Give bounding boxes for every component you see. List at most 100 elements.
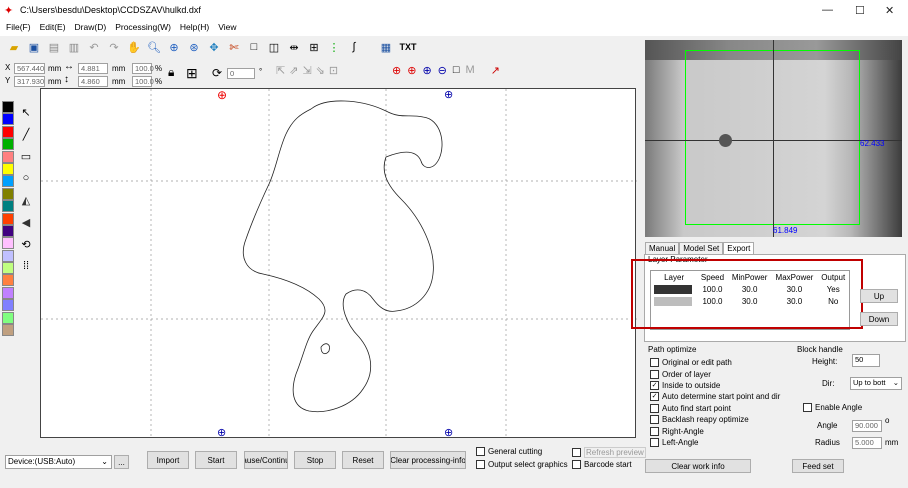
refresh-preview-checkbox[interactable]: Refresh preview (572, 447, 646, 458)
radius-field[interactable]: 5.000 (852, 437, 882, 449)
color-swatch[interactable] (2, 125, 14, 138)
enable-angle-checkbox[interactable]: Enable Angle (803, 403, 862, 412)
lock-icon[interactable]: 🔒︎ (168, 65, 174, 80)
general-cutting-checkbox[interactable]: General cutting (476, 447, 542, 456)
path-optimize-option[interactable]: Left-Angle (650, 437, 780, 448)
add-point-icon[interactable]: ⊕ (422, 64, 431, 77)
minimize-button[interactable]: — (822, 4, 833, 16)
menu-file[interactable]: File(F) (6, 22, 31, 36)
m-icon[interactable]: M (466, 64, 475, 77)
camera-view-icon[interactable]: ▦ (377, 38, 395, 56)
rotate-icon[interactable]: ⟳ (212, 66, 222, 80)
redo-icon[interactable]: ↷ (105, 38, 123, 56)
color-swatch[interactable] (2, 286, 14, 299)
color-swatch[interactable] (2, 162, 14, 175)
laser-pointer-icon[interactable]: ↗ (491, 64, 500, 77)
grid-align-icon[interactable]: ⊞ (186, 65, 198, 82)
maximize-button[interactable]: ☐ (855, 4, 865, 17)
align-top-right-icon[interactable]: ⇗ (289, 64, 298, 77)
feed-set-button[interactable]: Feed set (792, 459, 844, 473)
path-optimize-option[interactable]: Backlash reapy optimize (650, 414, 780, 425)
pan-hand-icon[interactable]: ✋ (125, 38, 143, 56)
barcode-start-checkbox[interactable]: Barcode start (572, 460, 632, 469)
reset-button[interactable]: Reset (342, 451, 384, 469)
x-position-field[interactable]: 567.440 (14, 63, 45, 74)
clear-work-info-button[interactable]: Clear work info (645, 459, 751, 473)
dot-grid-icon[interactable]: ⁞⁞ (18, 255, 34, 277)
output-select-graphics-checkbox[interactable]: Output select graphics (476, 460, 568, 469)
save-icon[interactable]: ▣ (25, 38, 43, 56)
stop-button[interactable]: Stop (294, 451, 336, 469)
align-bottom-left-icon[interactable]: ⇲ (302, 64, 311, 77)
line-tool-icon[interactable]: ╱ (18, 123, 34, 145)
y-position-field[interactable]: 317.930 (14, 76, 45, 87)
remove-point-icon[interactable]: ⊖ (438, 64, 447, 77)
color-swatch[interactable] (2, 101, 14, 113)
tab-manual[interactable]: Manual (645, 242, 680, 254)
menu-edit[interactable]: Edit(E) (40, 22, 66, 36)
start-button[interactable]: Start (195, 451, 237, 469)
path-optimize-option[interactable]: ✓ Inside to outside (650, 380, 780, 391)
square-icon[interactable]: □ (453, 64, 460, 77)
zoom-fit-icon[interactable]: ⊛ (185, 38, 203, 56)
menu-view[interactable]: View (218, 22, 236, 36)
path-optimize-option[interactable]: Order of layer (650, 368, 780, 379)
set-auto-point-icon[interactable]: ⊕ (407, 64, 416, 77)
color-swatch[interactable] (2, 249, 14, 262)
zoom-in-icon[interactable]: ⊕ (165, 38, 183, 56)
import-icon[interactable]: ▤ (45, 38, 63, 56)
color-swatch[interactable] (2, 175, 14, 188)
ellipse-tool-icon[interactable]: ○ (18, 167, 34, 189)
pause-continue-button[interactable]: ause/Continu (244, 451, 288, 469)
path-optimize-option[interactable]: Right-Angle (650, 425, 780, 436)
menu-help[interactable]: Help(H) (180, 22, 209, 36)
path-optimize-option[interactable]: ✓ Auto determine start point and dir (650, 391, 780, 402)
tab-model-set[interactable]: Model Set (679, 242, 724, 254)
color-swatch[interactable] (2, 113, 14, 126)
scale-x-field[interactable]: 100.0 (132, 63, 154, 74)
mirror-h-icon[interactable]: ◭ (18, 189, 34, 211)
block-height-field[interactable]: 50 (852, 354, 880, 367)
layer-down-button[interactable]: Down (860, 312, 898, 326)
layer-up-button[interactable]: Up (860, 289, 898, 303)
tab-export[interactable]: Export (723, 242, 755, 254)
rectangle-tool-icon[interactable]: ▭ (18, 145, 34, 167)
rotate-tool-icon[interactable]: ⟲ (18, 233, 34, 255)
align-bottom-right-icon[interactable]: ⇘ (316, 64, 325, 77)
color-swatch[interactable] (2, 311, 14, 324)
text-tool[interactable]: TXT (397, 38, 419, 56)
mirror-icon[interactable]: ⇹ (285, 38, 303, 56)
height-field[interactable]: 4.860 (78, 76, 108, 87)
import-button[interactable]: Import (147, 451, 189, 469)
device-select[interactable]: Device:(USB:Auto) ⌄ (5, 455, 112, 469)
curve-icon[interactable]: ∫ (345, 38, 363, 56)
move-icon[interactable]: ✥ (205, 38, 223, 56)
select-rect-icon[interactable]: □ (245, 38, 263, 56)
mirror-v-icon[interactable]: ◀ (18, 211, 34, 233)
clear-processing-info-button[interactable]: Clear processing-info (390, 451, 466, 469)
width-field[interactable]: 4.881 (78, 63, 108, 74)
color-swatch[interactable] (2, 237, 14, 250)
color-swatch[interactable] (2, 262, 14, 275)
color-swatch[interactable] (2, 274, 14, 287)
open-icon[interactable]: ▰ (5, 38, 23, 56)
color-swatch[interactable] (2, 324, 14, 337)
group-icon[interactable]: ◫ (265, 38, 283, 56)
array-icon[interactable]: ⊞ (305, 38, 323, 56)
scale-y-field[interactable]: 100.0 (132, 76, 154, 87)
drawing-canvas[interactable] (40, 88, 637, 439)
sequence-icon[interactable]: ⋮ (325, 38, 343, 56)
path-optimize-option[interactable]: Auto find start point (650, 403, 780, 414)
color-swatch[interactable] (2, 187, 14, 200)
color-swatch[interactable] (2, 212, 14, 225)
export-icon[interactable]: ▥ (65, 38, 83, 56)
node-edit-icon[interactable]: ✄ (225, 38, 243, 56)
undo-icon[interactable]: ↶ (85, 38, 103, 56)
angle-field[interactable]: 90.000 (852, 420, 882, 432)
menu-draw[interactable]: Draw(D) (75, 22, 107, 36)
width-lock-icon[interactable]: ↔ (64, 61, 74, 72)
device-more-button[interactable]: ... (114, 455, 129, 469)
color-swatch[interactable] (2, 224, 14, 237)
rotate-angle-field[interactable]: 0 (227, 68, 255, 79)
color-swatch[interactable] (2, 150, 14, 163)
